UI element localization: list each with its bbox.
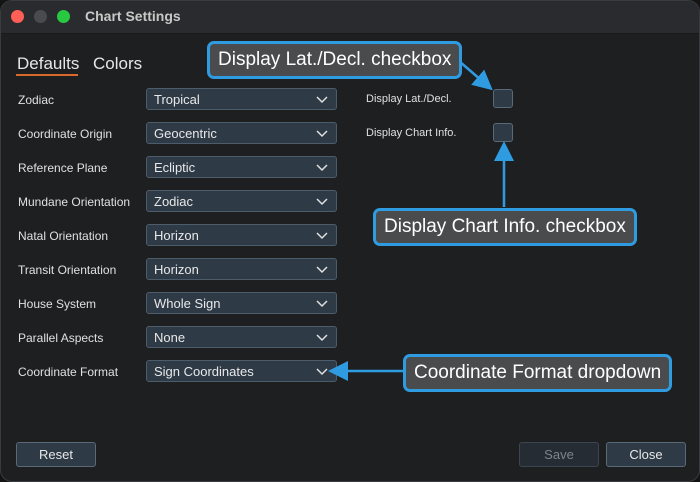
lat-decl-arrow xyxy=(458,60,493,91)
chart-settings-window: Chart Settings Defaults Colors Zodiac Tr… xyxy=(0,0,700,482)
chart-info-callout: Display Chart Info. checkbox xyxy=(373,208,637,246)
coord-format-callout: Coordinate Format dropdown xyxy=(403,354,673,392)
lat-decl-callout: Display Lat./Decl. checkbox xyxy=(207,41,463,79)
